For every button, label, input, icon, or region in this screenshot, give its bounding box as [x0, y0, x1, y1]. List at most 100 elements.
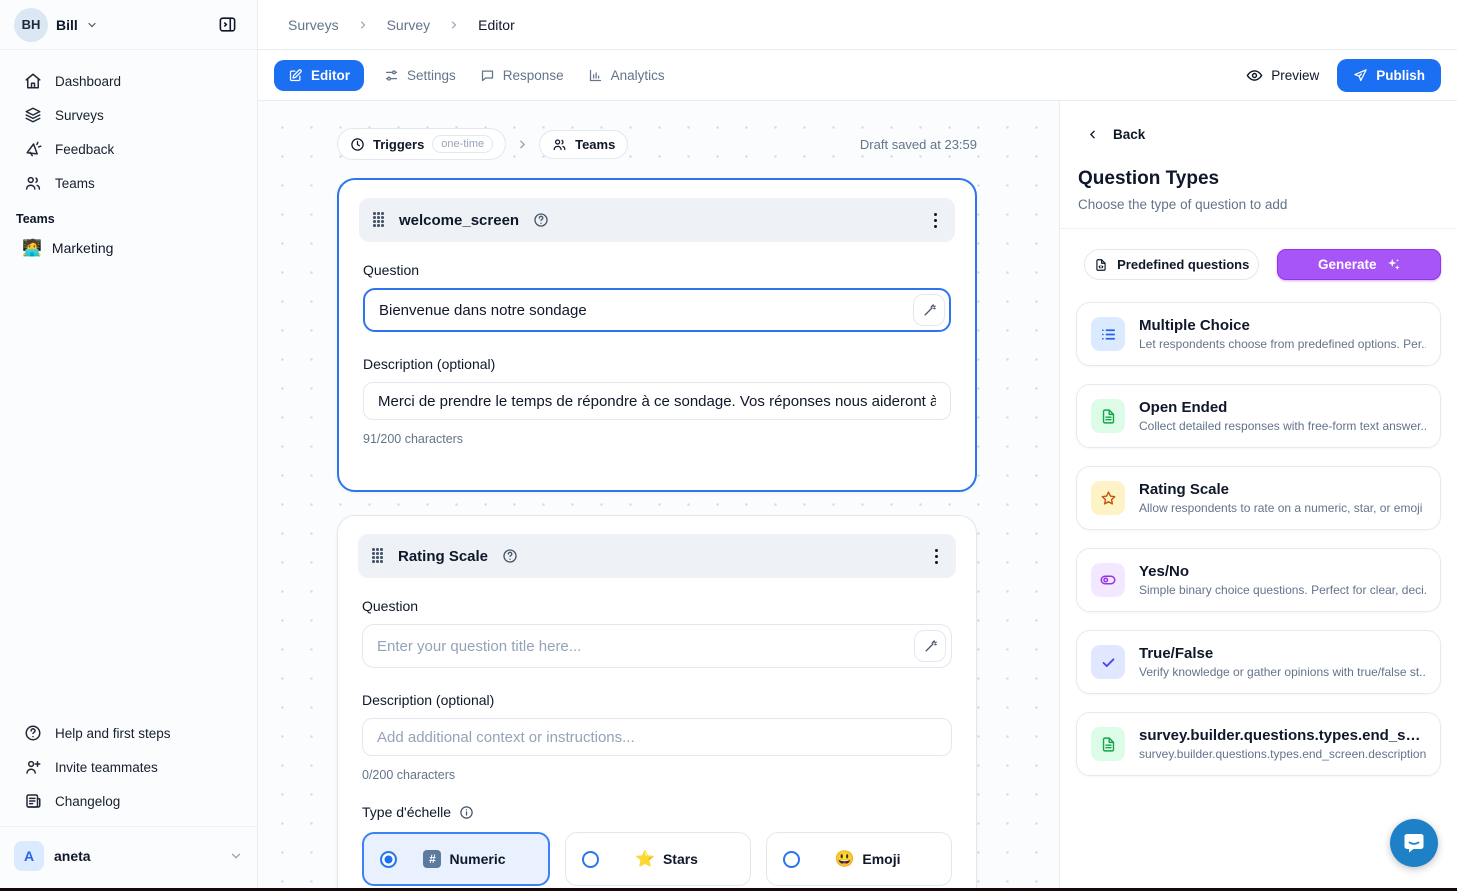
teams-chip-label: Teams	[575, 137, 615, 152]
teams-section-header: Teams	[0, 200, 257, 230]
question-type-yes-no[interactable]: Yes/No Simple binary choice questions. P…	[1076, 548, 1441, 612]
breadcrumb-survey[interactable]: Survey	[387, 17, 431, 33]
sidebar-item-feedback[interactable]: Feedback	[0, 132, 257, 166]
teams-chip[interactable]: Teams	[539, 130, 628, 159]
question-card-welcome-screen[interactable]: welcome_screen Question Description (opt…	[337, 178, 977, 492]
ai-wand-button[interactable]	[913, 294, 945, 326]
panel-title: Question Types	[1078, 168, 1441, 190]
tab-settings[interactable]: Settings	[372, 60, 468, 91]
clock-icon	[350, 137, 365, 152]
type-title: Yes/No	[1139, 563, 1426, 580]
sidebar-item-dashboard[interactable]: Dashboard	[0, 64, 257, 98]
sidebar-item-help[interactable]: Help and first steps	[0, 716, 257, 750]
type-description: Verify knowledge or gather opinions with…	[1139, 665, 1426, 679]
triggers-chip[interactable]: Triggers one-time	[337, 128, 506, 160]
scale-option-stars[interactable]: ⭐ Stars	[565, 832, 751, 886]
scale-option-numeric[interactable]: # Numeric	[362, 832, 550, 886]
preview-button[interactable]: Preview	[1246, 67, 1319, 84]
publish-button[interactable]: Publish	[1337, 59, 1441, 92]
chevron-right-icon	[516, 138, 529, 151]
document-icon	[1091, 399, 1125, 433]
breadcrumb-surveys[interactable]: Surveys	[288, 17, 339, 33]
question-input[interactable]	[363, 288, 951, 332]
sidebar-item-teams[interactable]: Teams	[0, 166, 257, 200]
sidebar: BH Bill Dashboard Surveys Feedback Teams	[0, 0, 258, 891]
toggle-icon	[1091, 563, 1125, 597]
chat-bubble-smile-icon	[1402, 831, 1426, 855]
sidebar-item-changelog[interactable]: Changelog	[0, 784, 257, 818]
users-icon	[552, 137, 567, 152]
card-title: Rating Scale	[398, 548, 488, 565]
bar-chart-icon	[588, 68, 603, 83]
type-description: Allow respondents to rate on a numeric, …	[1139, 501, 1426, 515]
drag-handle-icon[interactable]	[372, 548, 384, 564]
question-label: Question	[362, 598, 952, 614]
avatar: A	[14, 841, 44, 871]
magic-wand-icon	[923, 639, 938, 654]
team-name: Marketing	[52, 240, 113, 256]
type-description: survey.builder.questions.types.end_scree…	[1139, 747, 1426, 761]
help-circle-icon[interactable]	[533, 212, 549, 228]
tab-editor[interactable]: Editor	[274, 60, 364, 91]
back-button[interactable]: Back	[1086, 127, 1441, 142]
question-type-rating-scale[interactable]: Rating Scale Allow respondents to rate o…	[1076, 466, 1441, 530]
editor-toolbar: Editor Settings Response Analytics Previ…	[258, 50, 1457, 101]
info-circle-icon[interactable]	[459, 805, 474, 820]
type-title: True/False	[1139, 645, 1426, 662]
scale-option-emoji[interactable]: 😃 Emoji	[766, 832, 952, 886]
chevron-left-icon	[1086, 128, 1099, 141]
hash-keycap-icon: #	[423, 850, 441, 868]
panel-subtitle: Choose the type of question to add	[1078, 197, 1441, 212]
sidebar-item-invite[interactable]: Invite teammates	[0, 750, 257, 784]
account-menu[interactable]: A aneta	[0, 833, 257, 885]
card-title: welcome_screen	[399, 212, 519, 229]
list-icon	[1091, 317, 1125, 351]
description-input[interactable]	[362, 718, 952, 756]
sidebar-item-surveys[interactable]: Surveys	[0, 98, 257, 132]
tab-analytics[interactable]: Analytics	[576, 60, 677, 91]
type-description: Let respondents choose from predefined o…	[1139, 337, 1426, 351]
question-type-open-ended[interactable]: Open Ended Collect detailed responses wi…	[1076, 384, 1441, 448]
description-input[interactable]	[363, 382, 951, 420]
description-label: Description (optional)	[362, 692, 952, 708]
description-label: Description (optional)	[363, 356, 951, 372]
chat-widget-button[interactable]	[1390, 819, 1438, 867]
generate-button[interactable]: Generate	[1277, 249, 1441, 280]
type-title: Multiple Choice	[1139, 317, 1426, 334]
checkmark-icon	[1091, 645, 1125, 679]
option-label: Numeric	[449, 851, 505, 867]
ai-wand-button[interactable]	[914, 630, 946, 662]
type-title: survey.builder.questions.types.end_scr..…	[1139, 727, 1426, 744]
question-card-rating-scale[interactable]: Rating Scale Question Description (optio…	[337, 515, 977, 891]
scale-type-label: Type d'échelle	[362, 804, 451, 820]
drag-handle-icon[interactable]	[373, 212, 385, 228]
help-circle-icon[interactable]	[502, 548, 518, 564]
workspace-switcher[interactable]: BH Bill	[0, 0, 257, 50]
question-type-multiple-choice[interactable]: Multiple Choice Let respondents choose f…	[1076, 302, 1441, 366]
magic-wand-icon	[922, 303, 937, 318]
radio-selected-icon	[380, 851, 397, 868]
sidebar-item-label: Invite teammates	[55, 760, 158, 775]
sidebar-footer: Help and first steps Invite teammates Ch…	[0, 716, 257, 891]
type-description: Simple binary choice questions. Perfect …	[1139, 583, 1426, 597]
sparkles-icon	[1386, 257, 1401, 272]
question-input[interactable]	[362, 624, 952, 668]
kebab-menu-icon[interactable]	[930, 209, 941, 232]
sidebar-team-marketing[interactable]: 🧑‍💻 Marketing	[0, 230, 257, 266]
sidebar-nav: Dashboard Surveys Feedback Teams	[0, 50, 257, 200]
trigger-type-badge: one-time	[432, 135, 493, 153]
tab-label: Editor	[311, 68, 350, 83]
question-circle-icon	[24, 724, 42, 742]
question-type-true-false[interactable]: True/False Verify knowledge or gather op…	[1076, 630, 1441, 694]
card-header: welcome_screen	[359, 198, 955, 242]
megaphone-icon	[24, 140, 42, 158]
kebab-menu-icon[interactable]	[931, 545, 942, 568]
chevron-down-icon	[229, 849, 243, 863]
sidebar-item-label: Teams	[55, 176, 95, 191]
sidebar-collapse-button[interactable]	[211, 9, 243, 41]
question-type-end-screen[interactable]: survey.builder.questions.types.end_scr..…	[1076, 712, 1441, 776]
triggers-label: Triggers	[373, 137, 424, 152]
tab-response[interactable]: Response	[468, 60, 576, 91]
predefined-questions-button[interactable]: Predefined questions	[1084, 249, 1259, 280]
breadcrumb: Surveys Survey Editor	[258, 0, 1457, 50]
